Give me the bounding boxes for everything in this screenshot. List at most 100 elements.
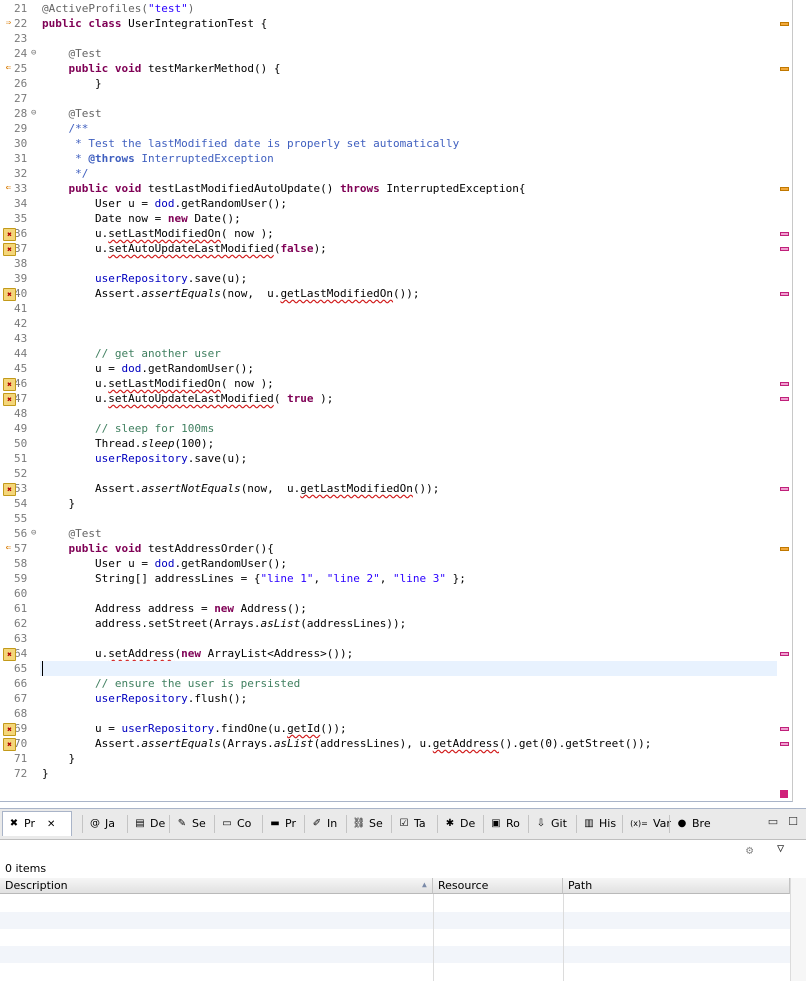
maximize-view-icon[interactable]: ☐ (788, 815, 798, 828)
ruler-error-mark[interactable] (780, 727, 789, 731)
table-row[interactable] (0, 946, 790, 963)
code-line[interactable]: u.setAutoUpdateLastModified(false); (42, 241, 327, 256)
error-marker-icon[interactable]: ✖ (3, 288, 16, 301)
code-line[interactable]: userRepository.save(u); (42, 451, 247, 466)
error-marker-icon[interactable]: ✖ (3, 723, 16, 736)
code-line[interactable]: u.setLastModifiedOn( now ); (42, 226, 274, 241)
overview-ruler[interactable] (777, 0, 792, 801)
code-line[interactable]: Date now = new Date(); (42, 211, 241, 226)
code-line[interactable]: @Test (42, 106, 102, 121)
code-line[interactable]: userRepository.flush(); (42, 691, 247, 706)
ruler-error-mark[interactable] (780, 382, 789, 386)
code-line[interactable]: @Test (42, 526, 102, 541)
view-tab-history[interactable]: ▥ His (578, 812, 626, 836)
code-line[interactable]: Assert.assertNotEquals(now, u.getLastMod… (42, 481, 439, 496)
code-editor[interactable]: 21 22 ⇒ 23 24 ⊖ 25 ⇐ 26 27 28 ⊖ 29 30 31 32 33 ⇐ 34 35 36 ✖ 37… (0, 0, 793, 802)
code-line[interactable]: u = userRepository.findOne(u.getId()); (42, 721, 347, 736)
code-line[interactable]: } (42, 766, 49, 781)
code-line[interactable]: u.setAddress(new ArrayList<Address>()); (42, 646, 353, 661)
view-filter-icon[interactable]: ⚙ (746, 843, 753, 857)
view-tab-servers[interactable]: ⛓ Se (348, 812, 394, 836)
view-tab-breakpoints[interactable]: ● Bre (671, 812, 721, 836)
view-tab-tasks[interactable]: ☑ Ta (393, 812, 441, 836)
view-tab-search[interactable]: ✎ Se (171, 812, 217, 836)
code-line[interactable]: u.setAutoUpdateLastModified( true ); (42, 391, 333, 406)
ruler-warning-mark[interactable] (780, 187, 789, 191)
fold-toggle-icon[interactable]: ⊖ (31, 106, 36, 121)
code-line[interactable]: @ActiveProfiles("test") (42, 1, 194, 16)
code-line[interactable]: Assert.assertEquals(Arrays.asList(addres… (42, 736, 651, 751)
view-tab-progress[interactable]: ▬ Pr (264, 812, 308, 836)
ruler-error-mark[interactable] (780, 652, 789, 656)
ruler-warning-mark[interactable] (780, 67, 789, 71)
error-summary-icon[interactable] (780, 790, 788, 798)
fold-toggle-icon[interactable]: ⊖ (31, 46, 36, 61)
view-tab-git[interactable]: ⇩ Git (530, 812, 580, 836)
code-line[interactable]: * Test the lastModified date is properly… (42, 136, 459, 151)
code-line[interactable]: Assert.assertEquals(now, u.getLastModifi… (42, 286, 420, 301)
view-tab-variables[interactable]: (x)= Var (624, 812, 673, 836)
minimize-view-icon[interactable]: ▭ (768, 815, 778, 828)
code-line[interactable]: address.setStreet(Arrays.asList(addressL… (42, 616, 406, 631)
view-tab-console[interactable]: ▭ Co (216, 812, 265, 836)
error-marker-icon[interactable]: ✖ (3, 738, 16, 751)
code-line[interactable]: userRepository.save(u); (42, 271, 247, 286)
view-tab-declaration[interactable]: ▤ De (129, 812, 173, 836)
table-scrollbar[interactable] (790, 878, 806, 981)
view-tab-debug[interactable]: ✱ De (439, 812, 487, 836)
ruler-error-mark[interactable] (780, 247, 789, 251)
code-line[interactable]: } (42, 751, 75, 766)
code-line[interactable]: // get another user (42, 346, 221, 361)
code-line[interactable]: /** (42, 121, 89, 136)
ruler-warning-mark[interactable] (780, 547, 789, 551)
code-line[interactable]: User u = dod.getRandomUser(); (42, 556, 287, 571)
code-line[interactable]: u = dod.getRandomUser(); (42, 361, 254, 376)
column-header-path[interactable]: Path (563, 878, 790, 894)
column-header-description[interactable]: Description (0, 878, 433, 894)
override-marker-icon[interactable]: ⇐ (3, 63, 14, 74)
ruler-error-mark[interactable] (780, 487, 789, 491)
error-marker-icon[interactable]: ✖ (3, 393, 16, 406)
override-marker-icon[interactable]: ⇐ (3, 543, 14, 554)
code-line[interactable]: User u = dod.getRandomUser(); (42, 196, 287, 211)
code-line[interactable]: public class UserIntegrationTest { (42, 16, 267, 31)
code-line[interactable]: */ (42, 166, 88, 181)
code-line[interactable]: String[] addressLines = {"line 1", "line… (42, 571, 466, 586)
view-tab-roo[interactable]: ▣ Ro (485, 812, 532, 836)
ruler-error-mark[interactable] (780, 742, 789, 746)
view-tab-problems[interactable]: ✖ Pr ✕ (2, 811, 72, 836)
ruler-error-mark[interactable] (780, 232, 789, 236)
view-tab-javadoc[interactable]: @ Ja (84, 812, 128, 836)
code-line[interactable]: // ensure the user is persisted (42, 676, 300, 691)
error-marker-icon[interactable]: ✖ (3, 243, 16, 256)
table-row[interactable] (0, 929, 790, 946)
code-line[interactable]: // sleep for 100ms (42, 421, 214, 436)
ruler-error-mark[interactable] (780, 292, 789, 296)
table-row[interactable] (0, 912, 790, 929)
fold-toggle-icon[interactable]: ⊖ (31, 526, 36, 541)
code-line[interactable]: Address address = new Address(); (42, 601, 307, 616)
code-line[interactable]: @Test (42, 46, 102, 61)
code-line[interactable]: u.setLastModifiedOn( now ); (42, 376, 274, 391)
problems-table[interactable]: Description ▲ Resource Path (0, 878, 790, 981)
override-marker-icon[interactable]: ⇐ (3, 183, 14, 194)
error-marker-icon[interactable]: ✖ (3, 378, 16, 391)
error-marker-icon[interactable]: ✖ (3, 228, 16, 241)
code-line[interactable]: } (42, 496, 75, 511)
error-marker-icon[interactable]: ✖ (3, 483, 16, 496)
error-marker-icon[interactable]: ✖ (3, 648, 16, 661)
code-line[interactable]: * @throws InterruptedException (42, 151, 274, 166)
code-line[interactable]: public void testLastModifiedAutoUpdate()… (42, 181, 526, 196)
code-line[interactable]: Thread.sleep(100); (42, 436, 214, 451)
code-line[interactable]: public void testMarkerMethod() { (42, 61, 281, 76)
code-line[interactable]: } (42, 76, 102, 91)
ruler-warning-mark[interactable] (780, 22, 789, 26)
view-tab-infer[interactable]: ✐ In (306, 812, 350, 836)
ruler-error-mark[interactable] (780, 397, 789, 401)
view-menu-icon[interactable]: ▽ (777, 841, 784, 855)
quick-fix-marker-icon[interactable]: ⇒ (3, 18, 14, 29)
table-row[interactable] (0, 895, 790, 912)
close-tab-icon[interactable]: ✕ (47, 819, 55, 830)
code-line[interactable]: public void testAddressOrder(){ (42, 541, 274, 556)
column-header-resource[interactable]: Resource (433, 878, 563, 894)
